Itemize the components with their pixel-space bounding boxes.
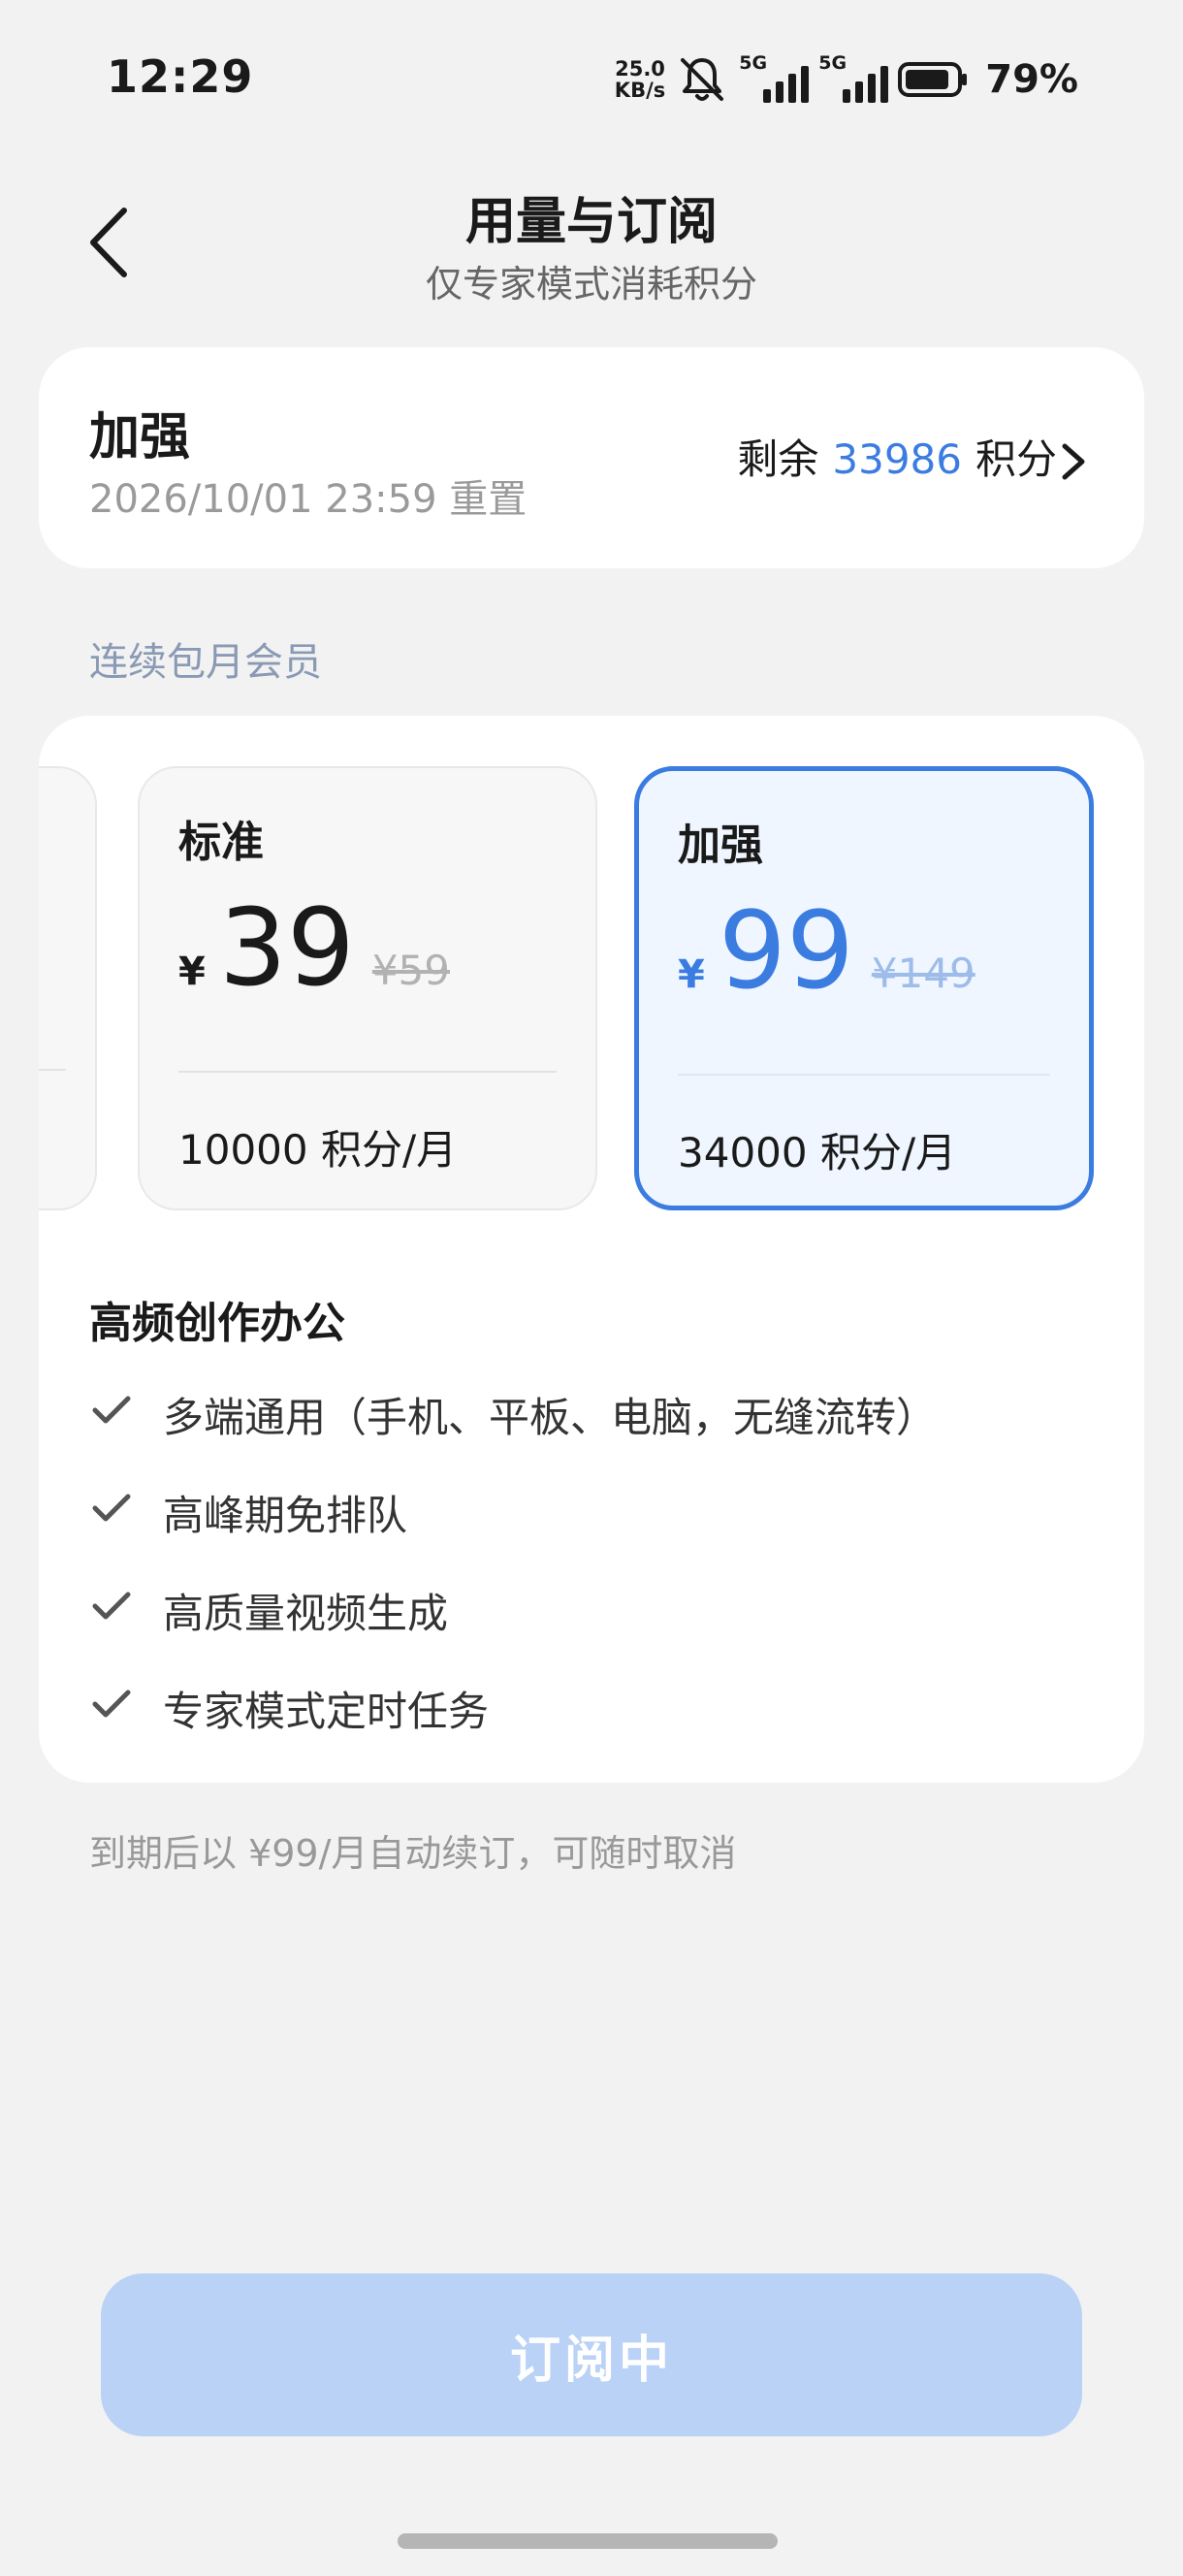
section-label: 连续包月会员 <box>89 640 322 685</box>
network-speed: 25.0 KB/s <box>615 58 665 101</box>
current-plan-name: 加强 <box>89 408 191 467</box>
plan-price-row: ¥ 99 ¥149 <box>678 897 975 1004</box>
home-indicator[interactable] <box>398 2533 778 2549</box>
usage-card[interactable]: 加强 2026/10/01 23:59 重置 剩余 33986 积分 <box>39 347 1144 568</box>
plan-divider <box>178 1071 557 1073</box>
plan-price-row: ¥ 39 ¥59 <box>178 894 450 1001</box>
check-icon <box>92 1592 131 1620</box>
currency-symbol: ¥ <box>178 950 206 994</box>
subscribe-button[interactable]: 订阅中 <box>101 2273 1082 2436</box>
signal-5g-secondary-icon: 5G <box>818 52 889 107</box>
chevron-right-icon <box>1062 443 1085 480</box>
benefit-text: 高质量视频生成 <box>163 1590 449 1637</box>
benefit-text: 多端通用（手机、平板、电脑，无缝流转） <box>163 1394 938 1441</box>
benefit-text: 高峰期免排队 <box>163 1492 408 1539</box>
plan-price: 39 <box>218 886 355 1010</box>
subscription-card: 标准 ¥ 39 ¥59 10000 积分/月 加强 ¥ 99 ¥149 3400… <box>39 716 1144 1783</box>
plan-option-enhanced[interactable]: 加强 ¥ 99 ¥149 34000 积分/月 <box>634 766 1094 1210</box>
page-title: 用量与订阅 <box>464 193 718 251</box>
reset-info: 2026/10/01 23:59 重置 <box>89 477 528 522</box>
battery-percent: 79% <box>985 57 1078 102</box>
list-item: 高质量视频生成 <box>89 1581 937 1679</box>
check-icon <box>92 1690 131 1718</box>
list-item: 多端通用（手机、平板、电脑，无缝流转） <box>89 1385 937 1483</box>
list-item: 专家模式定时任务 <box>89 1679 937 1777</box>
network-speed-value: 25.0 <box>615 57 665 80</box>
status-icons: 25.0 KB/s 5G 5G 79% <box>615 50 1078 109</box>
remaining-value: 33986 <box>832 435 962 483</box>
status-time: 12:29 <box>107 50 254 103</box>
list-item: 高峰期免排队 <box>89 1483 937 1581</box>
check-icon <box>92 1494 131 1522</box>
page-subtitle: 仅专家模式消耗积分 <box>425 263 757 306</box>
benefit-text: 专家模式定时任务 <box>163 1688 490 1735</box>
plan-option-standard[interactable]: 标准 ¥ 39 ¥59 10000 积分/月 <box>138 766 597 1210</box>
plan-credits: 34000 积分/月 <box>678 1129 957 1176</box>
plan-option-partial[interactable] <box>39 766 97 1210</box>
benefits-title: 高频创作办公 <box>89 1299 345 1348</box>
network-speed-unit: KB/s <box>614 79 666 102</box>
benefit-list: 多端通用（手机、平板、电脑，无缝流转） 高峰期免排队 高质量视频生成 专家模式定… <box>89 1385 937 1777</box>
plan-option-name: 加强 <box>678 821 763 870</box>
renew-note: 到期后以 ¥99/月自动续订，可随时取消 <box>89 1832 737 1875</box>
subscribe-button-label: 订阅中 <box>509 2332 673 2389</box>
battery-icon <box>898 62 968 97</box>
plan-option-name: 标准 <box>178 818 264 867</box>
subscription-page: 12:29 25.0 KB/s 5G 5G 79% 用量与订阅 仅专家模式消耗积… <box>0 0 1183 2576</box>
check-icon <box>92 1396 131 1424</box>
plan-credits: 10000 积分/月 <box>178 1126 458 1174</box>
plan-original-price: ¥59 <box>371 947 450 994</box>
plan-divider <box>678 1074 1050 1076</box>
plan-original-price: ¥149 <box>871 950 975 997</box>
signal-5g-icon: 5G <box>739 52 810 107</box>
remaining-suffix: 积分 <box>975 435 1057 483</box>
remaining-prefix: 剩余 <box>737 435 819 483</box>
currency-symbol: ¥ <box>678 952 705 997</box>
bell-muted-icon <box>681 58 724 101</box>
remaining-credits: 剩余 33986 积分 <box>737 427 1057 486</box>
status-bar: 12:29 25.0 KB/s 5G 5G 79% <box>0 0 1183 136</box>
plan-price: 99 <box>718 888 854 1013</box>
